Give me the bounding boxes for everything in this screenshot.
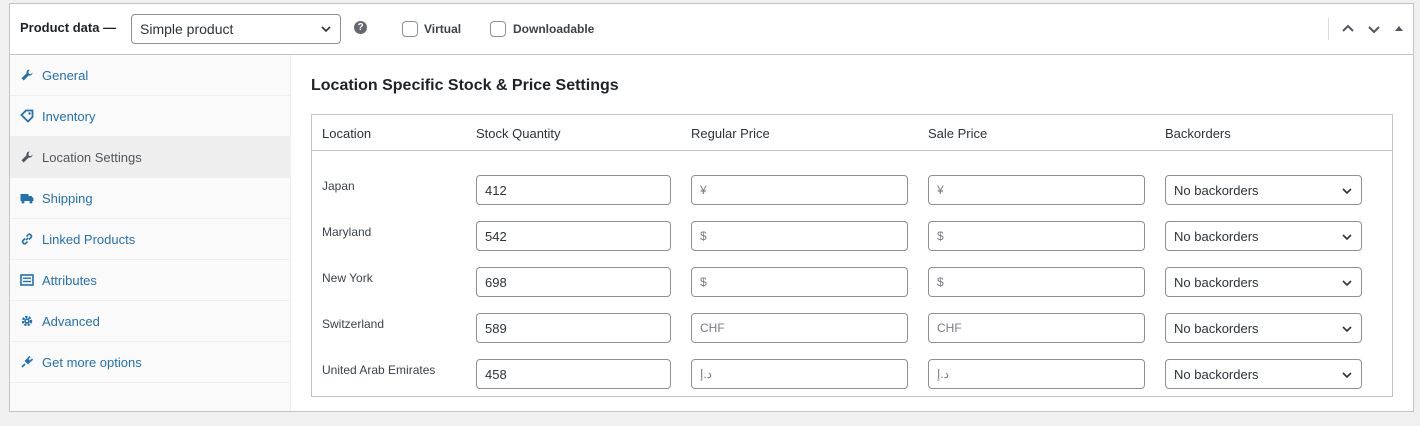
tab-label: General [42, 67, 89, 83]
tab-advanced[interactable]: Advanced [10, 301, 290, 342]
stock-quantity-input[interactable]: 542 [476, 221, 671, 251]
tab-inventory[interactable]: Inventory [10, 96, 290, 137]
downloadable-label[interactable]: Downloadable [513, 22, 594, 36]
truck-icon [20, 191, 34, 205]
table-row: New York 698 $ $ No backorders [312, 267, 1392, 297]
stock-quantity-input[interactable]: 589 [476, 313, 671, 343]
backorders-value: No backorders [1174, 229, 1259, 244]
product-data-title: Product data — [20, 20, 117, 35]
table-row: Switzerland 589 CHF CHF No backorders [312, 313, 1392, 343]
tab-general[interactable]: General [10, 55, 290, 96]
tab-label: Shipping [42, 190, 93, 206]
link-icon [20, 232, 34, 246]
backorders-select[interactable]: No backorders [1165, 359, 1362, 389]
chevron-down-icon [1342, 326, 1352, 333]
sale-price-input[interactable]: ¥ [928, 175, 1145, 205]
product-data-panel: Product data — Simple product ? Virtual … [9, 3, 1414, 412]
product-type-select[interactable]: Simple product [131, 14, 341, 44]
regular-price-input[interactable]: CHF [691, 313, 908, 343]
sale-price-input[interactable]: $ [928, 221, 1145, 251]
tab-label: Linked Products [42, 231, 136, 247]
location-name: New York [322, 271, 373, 285]
tab-shipping[interactable]: Shipping [10, 178, 290, 219]
backorders-select[interactable]: No backorders [1165, 221, 1362, 251]
wrench-icon [20, 68, 34, 82]
location-name: Maryland [322, 225, 372, 239]
table-row: Maryland 542 $ $ No backorders [312, 221, 1392, 251]
section-heading: Location Specific Stock & Price Settings [311, 77, 619, 94]
virtual-checkbox[interactable] [402, 21, 418, 37]
stock-quantity-input[interactable]: 458 [476, 359, 671, 389]
location-name: Japan [322, 179, 355, 193]
collapse-toggle-icon[interactable] [1391, 21, 1407, 37]
backorders-value: No backorders [1174, 183, 1259, 198]
tab-label: Attributes [42, 272, 97, 288]
backorders-value: No backorders [1174, 321, 1259, 336]
tab-location-settings[interactable]: Location Settings [10, 137, 290, 178]
chevron-down-icon [1342, 234, 1352, 241]
regular-price-input[interactable]: د.إ [691, 359, 908, 389]
column-header-regular-price: Regular Price [691, 126, 770, 141]
virtual-label[interactable]: Virtual [424, 22, 461, 36]
move-up-icon[interactable] [1340, 21, 1356, 37]
table-row: United Arab Emirates 458 د.إ د.إ No back… [312, 359, 1392, 389]
backorders-select[interactable]: No backorders [1165, 267, 1362, 297]
location-name: Switzerland [322, 317, 385, 331]
column-header-location: Location [322, 126, 372, 141]
location-settings-panel: Location Specific Stock & Price Settings… [291, 55, 1413, 411]
gear-icon [20, 314, 34, 328]
backorders-select[interactable]: No backorders [1165, 175, 1362, 205]
location-name: United Arab Emirates [322, 363, 436, 377]
tab-linked-products[interactable]: Linked Products [10, 219, 290, 260]
header-divider [312, 150, 1392, 151]
backorders-value: No backorders [1174, 275, 1259, 290]
tab-label: Advanced [42, 313, 100, 329]
product-data-header: Product data — Simple product ? Virtual … [10, 4, 1413, 55]
column-header-backorders: Backorders [1165, 126, 1231, 141]
plugin-icon [20, 355, 34, 369]
help-icon[interactable]: ? [354, 21, 367, 34]
chevron-down-icon [1342, 372, 1352, 379]
backorders-select[interactable]: No backorders [1165, 313, 1362, 343]
table-row: Japan 412 ¥ ¥ No backorders [312, 175, 1392, 205]
sale-price-input[interactable]: $ [928, 267, 1145, 297]
header-divider [1328, 18, 1329, 40]
backorders-value: No backorders [1174, 367, 1259, 382]
chevron-down-icon [1342, 188, 1352, 195]
stock-quantity-input[interactable]: 412 [476, 175, 671, 205]
column-header-sale-price: Sale Price [928, 126, 988, 141]
tab-attributes[interactable]: Attributes [10, 260, 290, 301]
stock-quantity-input[interactable]: 698 [476, 267, 671, 297]
regular-price-input[interactable]: $ [691, 267, 908, 297]
location-table: Location Stock Quantity Regular Price Sa… [311, 114, 1393, 397]
downloadable-checkbox[interactable] [490, 21, 506, 37]
product-type-value: Simple product [140, 21, 234, 37]
column-header-stock: Stock Quantity [476, 126, 561, 141]
sale-price-input[interactable]: CHF [928, 313, 1145, 343]
list-icon [20, 273, 34, 287]
tab-get-more-options[interactable]: Get more options [10, 342, 290, 383]
move-down-icon[interactable] [1366, 21, 1382, 37]
wrench-icon [20, 150, 34, 164]
tag-icon [20, 109, 34, 123]
tab-label: Inventory [42, 108, 96, 124]
product-data-tabs: General Inventory Location Settings Ship… [10, 55, 291, 411]
tab-label: Location Settings [42, 149, 142, 165]
sale-price-input[interactable]: د.إ [928, 359, 1145, 389]
chevron-down-icon [1342, 280, 1352, 287]
regular-price-input[interactable]: ¥ [691, 175, 908, 205]
tab-label: Get more options [42, 354, 142, 370]
regular-price-input[interactable]: $ [691, 221, 908, 251]
chevron-down-icon [321, 26, 331, 33]
